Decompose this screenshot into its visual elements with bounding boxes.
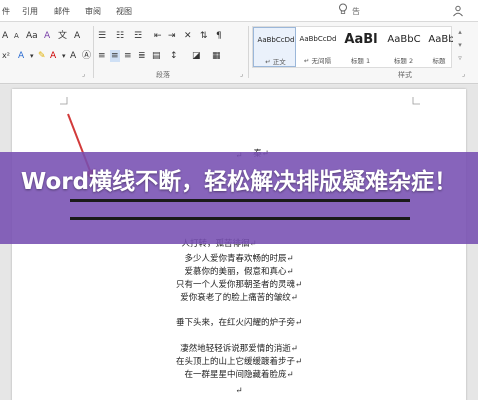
word-window: 件 引用 邮件 审阅 视图 告 A A Aa A 文 A x² A ▾ ✎ A … — [0, 0, 478, 400]
horizontal-rule — [70, 217, 410, 220]
banner-title: Word横线不断，轻松解决排版疑难杂症！ — [20, 169, 458, 195]
horizontal-rule — [70, 199, 410, 202]
title-banner: Word横线不断，轻松解决排版疑难杂症！ — [0, 152, 478, 244]
